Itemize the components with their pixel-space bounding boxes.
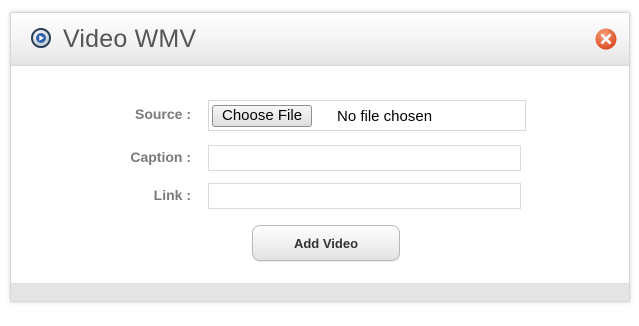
link-input[interactable] — [208, 183, 521, 209]
source-file-input[interactable]: Choose File No file chosen — [208, 100, 526, 131]
add-video-button[interactable]: Add Video — [252, 225, 400, 261]
source-label: Source : — [134, 106, 191, 122]
file-status-text: No file chosen — [337, 108, 433, 125]
play-circle-icon — [31, 28, 51, 48]
link-label: Link : — [153, 187, 191, 203]
dialog-footer — [11, 283, 629, 301]
caption-input[interactable] — [208, 145, 521, 171]
close-icon[interactable] — [595, 28, 617, 50]
video-wmv-dialog: Video WMV Source : Choose File No file c… — [10, 12, 630, 302]
dialog-title: Video WMV — [63, 25, 197, 53]
caption-label: Caption : — [130, 149, 191, 165]
dialog-titlebar: Video WMV — [11, 13, 629, 66]
choose-file-button[interactable]: Choose File — [212, 105, 313, 127]
